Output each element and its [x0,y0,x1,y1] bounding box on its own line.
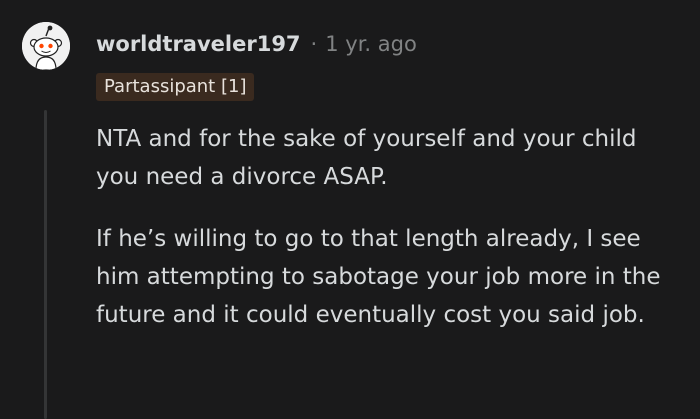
snoo-avatar-icon [22,22,70,70]
thread-collapse-line[interactable] [44,110,47,419]
user-avatar[interactable] [22,22,70,70]
comment-body: NTA and for the sake of yourself and you… [96,120,686,358]
comment-header: worldtraveler197 · 1 yr. ago [96,32,417,56]
username-link[interactable]: worldtraveler197 [96,32,301,56]
meta-separator: · [310,32,318,56]
user-flair: Partassipant [1] [96,73,255,101]
comment-paragraph: NTA and for the sake of yourself and you… [96,126,637,190]
comment: worldtraveler197 · 1 yr. ago Partassipan… [0,0,700,419]
comment-paragraph: If he’s willing to go to that length alr… [96,226,661,328]
timestamp[interactable]: 1 yr. ago [325,32,417,56]
